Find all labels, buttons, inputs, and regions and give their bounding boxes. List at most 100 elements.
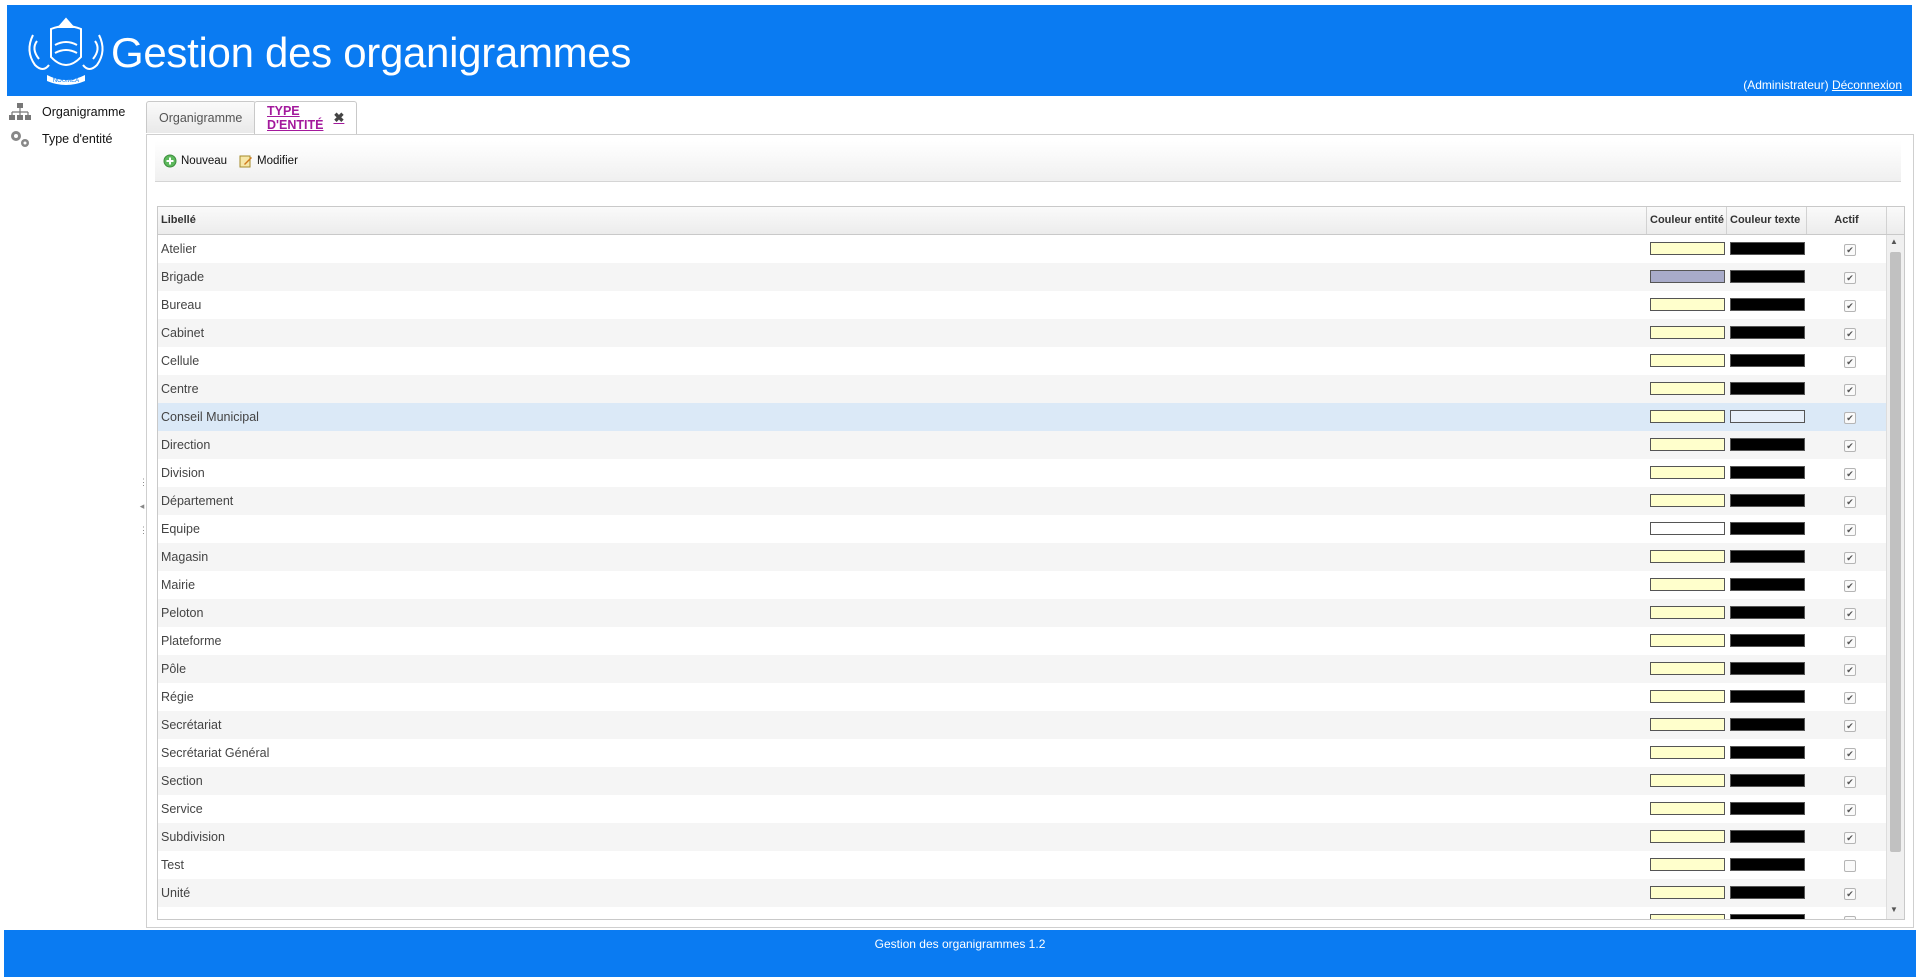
table-row[interactable]: Mairie ✔ — [158, 571, 1886, 599]
active-checkbox[interactable]: ✔ — [1844, 888, 1856, 900]
sidebar-item-organigramme[interactable]: Organigramme — [6, 101, 125, 123]
table-row[interactable]: Bureau ✔ — [158, 291, 1886, 319]
active-checkbox[interactable]: ✔ — [1844, 720, 1856, 732]
text-color-swatch — [1730, 746, 1805, 759]
tab-type-entite[interactable]: TYPE D'ENTITÉ ✖ — [254, 101, 358, 134]
active-checkbox[interactable]: ✔ — [1844, 916, 1856, 919]
user-role: (Administrateur) — [1743, 78, 1829, 92]
table-row[interactable]: Cellule ✔ — [158, 347, 1886, 375]
entity-color-swatch — [1650, 886, 1725, 899]
new-button-label: Nouveau — [181, 155, 228, 167]
table-row[interactable]: Pôle ✔ — [158, 655, 1886, 683]
active-checkbox[interactable]: ✔ — [1844, 468, 1856, 480]
vertical-scrollbar[interactable]: ▲ ▼ — [1886, 235, 1904, 919]
table-row[interactable]: Département ✔ — [158, 487, 1886, 515]
scroll-down-icon[interactable]: ▼ — [1890, 905, 1898, 914]
user-area: (Administrateur) Déconnexion — [1743, 78, 1902, 92]
table-row[interactable]: Conseil Municipal ✔ — [158, 403, 1886, 431]
cell-libelle: Secrétariat Général — [161, 746, 270, 760]
entity-type-table: Libellé Couleur entité Couleur texte Act… — [157, 206, 1905, 920]
scrollbar-thumb[interactable] — [1890, 252, 1901, 852]
text-color-swatch — [1730, 466, 1805, 479]
table-row[interactable]: Cabinet ✔ — [158, 319, 1886, 347]
table-row[interactable]: Atelier ✔ — [158, 235, 1886, 263]
table-row[interactable]: Secrétariat ✔ — [158, 711, 1886, 739]
table-row[interactable]: Peloton ✔ — [158, 599, 1886, 627]
active-checkbox[interactable]: ✔ — [1844, 776, 1856, 788]
table-row[interactable]: Test — [158, 851, 1886, 879]
close-icon[interactable]: ✖ — [333, 110, 344, 126]
logout-link[interactable]: Déconnexion — [1832, 78, 1902, 92]
column-header-couleur-texte[interactable]: Couleur texte — [1727, 207, 1807, 234]
active-checkbox[interactable]: ✔ — [1844, 804, 1856, 816]
cell-libelle: Centre — [161, 382, 199, 396]
active-checkbox[interactable]: ✔ — [1844, 356, 1856, 368]
scroll-up-icon[interactable]: ▲ — [1890, 237, 1898, 246]
sidebar: Organigramme Type d'entité — [0, 96, 140, 926]
column-header-libelle[interactable]: Libellé — [158, 207, 1647, 234]
table-row[interactable]: Subdivision ✔ — [158, 823, 1886, 851]
active-checkbox[interactable]: ✔ — [1844, 664, 1856, 676]
text-color-swatch — [1730, 354, 1805, 367]
footer-text: Gestion des organigrammes 1.2 — [874, 937, 1046, 951]
table-row[interactable]: Division ✔ — [158, 459, 1886, 487]
tab-organigramme[interactable]: Organigramme — [146, 101, 256, 133]
table-row[interactable]: ✔ — [158, 907, 1886, 919]
column-header-couleur-entite[interactable]: Couleur entité — [1647, 207, 1727, 234]
logo-text: NOUMÉA — [53, 77, 79, 84]
active-checkbox[interactable]: ✔ — [1844, 328, 1856, 340]
entity-color-swatch — [1650, 578, 1725, 591]
table-row[interactable]: Unité ✔ — [158, 879, 1886, 907]
sidebar-item-type-entite[interactable]: Type d'entité — [6, 128, 113, 150]
table-row[interactable]: Plateforme ✔ — [158, 627, 1886, 655]
text-color-swatch — [1730, 606, 1805, 619]
sidebar-splitter[interactable]: ⋮ ◂ ⋮ — [139, 470, 148, 560]
active-checkbox[interactable]: ✔ — [1844, 244, 1856, 256]
entity-color-swatch — [1650, 438, 1725, 451]
table-row[interactable]: Brigade ✔ — [158, 263, 1886, 291]
cell-libelle: Test — [161, 858, 184, 872]
cell-libelle: Brigade — [161, 270, 205, 284]
table-row[interactable]: Magasin ✔ — [158, 543, 1886, 571]
text-color-swatch — [1730, 550, 1805, 563]
cell-libelle: Secrétariat — [161, 718, 222, 732]
table-row[interactable]: Direction ✔ — [158, 431, 1886, 459]
text-color-swatch — [1730, 690, 1805, 703]
active-checkbox[interactable]: ✔ — [1844, 748, 1856, 760]
active-checkbox[interactable]: ✔ — [1844, 580, 1856, 592]
new-button[interactable]: Nouveau — [163, 151, 227, 171]
cell-libelle: Plateforme — [161, 634, 222, 648]
table-row[interactable]: Service ✔ — [158, 795, 1886, 823]
active-checkbox[interactable]: ✔ — [1844, 552, 1856, 564]
active-checkbox[interactable]: ✔ — [1844, 608, 1856, 620]
active-checkbox[interactable]: ✔ — [1844, 300, 1856, 312]
edit-button[interactable]: Modifier — [239, 151, 298, 171]
entity-color-swatch — [1650, 606, 1725, 619]
active-checkbox[interactable]: ✔ — [1844, 496, 1856, 508]
active-checkbox[interactable]: ✔ — [1844, 832, 1856, 844]
active-checkbox[interactable]: ✔ — [1844, 272, 1856, 284]
active-checkbox[interactable] — [1844, 860, 1856, 872]
table-row[interactable]: Equipe ✔ — [158, 515, 1886, 543]
column-header-actif[interactable]: Actif — [1807, 207, 1887, 234]
table-row[interactable]: Centre ✔ — [158, 375, 1886, 403]
active-checkbox[interactable]: ✔ — [1844, 412, 1856, 424]
active-checkbox[interactable]: ✔ — [1844, 636, 1856, 648]
table-row[interactable]: Section ✔ — [158, 767, 1886, 795]
table-body: Atelier ✔ Brigade ✔ Bureau ✔ Cabinet ✔ Cellule ✔ C… — [158, 235, 1886, 919]
entity-color-swatch — [1650, 550, 1725, 563]
active-checkbox[interactable]: ✔ — [1844, 440, 1856, 452]
active-checkbox[interactable]: ✔ — [1844, 524, 1856, 536]
active-checkbox[interactable]: ✔ — [1844, 692, 1856, 704]
cell-libelle: Magasin — [161, 550, 209, 564]
main-panel: Nouveau Modifier Libellé Couleur entité … — [146, 134, 1914, 928]
active-checkbox[interactable]: ✔ — [1844, 384, 1856, 396]
text-color-swatch — [1730, 914, 1805, 919]
entity-color-swatch — [1650, 718, 1725, 731]
entity-color-swatch — [1650, 270, 1725, 283]
table-row[interactable]: Régie ✔ — [158, 683, 1886, 711]
cell-libelle: Equipe — [161, 522, 200, 536]
gears-icon — [6, 128, 34, 150]
edit-icon — [239, 154, 253, 168]
table-row[interactable]: Secrétariat Général ✔ — [158, 739, 1886, 767]
